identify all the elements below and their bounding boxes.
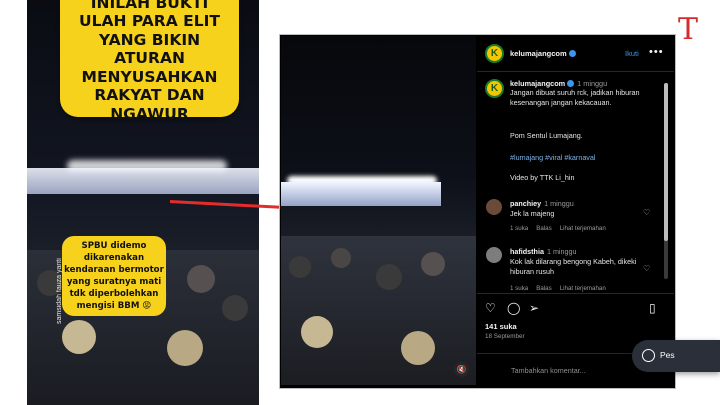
callout-text: SPBU didemo dikarenakan kendaraan bermot… — [64, 241, 164, 311]
reply-button[interactable]: Balas — [536, 225, 551, 232]
heart-icon[interactable]: ♡ — [643, 208, 650, 217]
comment-author[interactable]: panchiey 1 minggu — [510, 199, 574, 208]
avatar[interactable]: K — [485, 44, 504, 63]
brand-logo-letter: T — [678, 12, 699, 47]
header-username-text: kelumajangcom — [510, 49, 567, 58]
comment-username: hafidsthia — [510, 247, 544, 256]
verified-badge-icon — [568, 49, 576, 57]
comment-likes[interactable]: 1 suka — [510, 285, 528, 292]
caption-credit: Video by TTK Li_hin — [510, 173, 575, 182]
caption-time: 1 minggu — [577, 79, 608, 88]
instagram-sidebar: K kelumajangcom Ikuti ••• K kelumajangco… — [477, 35, 674, 388]
caption-hashtags[interactable]: #lumajang #viral #karnaval — [510, 153, 596, 162]
comment-text: Kok lak dilarang bengong Kabeh, dikeki h… — [510, 257, 637, 276]
gas-station-canopy — [281, 182, 441, 206]
like-heart-icon[interactable]: ♡ — [485, 302, 496, 314]
translate-link[interactable]: Lihat terjemahan — [560, 225, 606, 232]
avatar[interactable] — [486, 199, 502, 215]
verified-badge-icon — [567, 79, 575, 87]
caption-username: kelumajangcom — [510, 79, 566, 88]
headline-text: INILAH BUKTI ULAH PARA ELIT YANG BIKIN A… — [79, 0, 220, 123]
headline-banner: INILAH BUKTI ULAH PARA ELIT YANG BIKIN A… — [60, 0, 239, 123]
caption-author[interactable]: kelumajangcom 1 minggu — [510, 79, 607, 88]
more-options-icon[interactable]: ••• — [649, 46, 664, 58]
messages-label: Pes — [660, 350, 675, 360]
like-count[interactable]: 141 suka — [485, 322, 517, 331]
post-video[interactable]: 🔇 — [281, 36, 476, 385]
post-header: K kelumajangcom Ikuti ••• — [477, 35, 674, 72]
translate-link[interactable]: Lihat terjemahan — [560, 285, 606, 292]
avatar[interactable]: K — [485, 79, 504, 98]
comment-time: 1 minggu — [546, 247, 577, 256]
watermark-text: samsidah fauza yanti — [56, 258, 63, 324]
comment-icon[interactable]: ◯ — [507, 302, 520, 314]
comment-text: Jek la majeng — [510, 209, 555, 218]
post-date: 18 September — [485, 333, 525, 340]
add-comment-input[interactable]: Tambahkan komentar... — [511, 366, 586, 375]
comment-meta: 1 suka Balas Lihat terjemahan — [510, 285, 614, 292]
comment-author[interactable]: hafidsthia 1 minggu — [510, 247, 577, 256]
callout-box: SPBU didemo dikarenakan kendaraan bermot… — [62, 236, 166, 316]
mute-icon[interactable]: 🔇 — [454, 362, 469, 377]
heart-icon[interactable]: ♡ — [643, 264, 650, 273]
caption-text: Jangan dibuat suruh rck, jadikan hiburan… — [510, 88, 640, 107]
bookmark-icon[interactable]: ▯ — [649, 302, 656, 314]
header-username[interactable]: kelumajangcom — [510, 49, 576, 58]
reply-button[interactable]: Balas — [536, 285, 551, 292]
scrollbar-thumb[interactable] — [664, 83, 668, 241]
avatar[interactable] — [486, 247, 502, 263]
messages-button[interactable]: Pes — [632, 340, 720, 372]
gas-station-canopy — [27, 168, 259, 194]
comment-likes[interactable]: 1 suka — [510, 225, 528, 232]
crowd — [281, 236, 476, 385]
follow-button[interactable]: Ikuti — [625, 49, 639, 58]
messenger-icon — [642, 349, 655, 362]
comment-meta: 1 suka Balas Lihat terjemahan — [510, 225, 614, 232]
comment-time: 1 minggu — [544, 199, 574, 208]
share-icon[interactable]: ➢ — [529, 302, 539, 314]
instagram-post: 🔇 K kelumajangcom Ikuti ••• K kelumajang… — [279, 34, 676, 389]
comment-username: panchiey — [510, 199, 542, 208]
caption-location: Pom Sentul Lumajang. — [510, 131, 583, 140]
